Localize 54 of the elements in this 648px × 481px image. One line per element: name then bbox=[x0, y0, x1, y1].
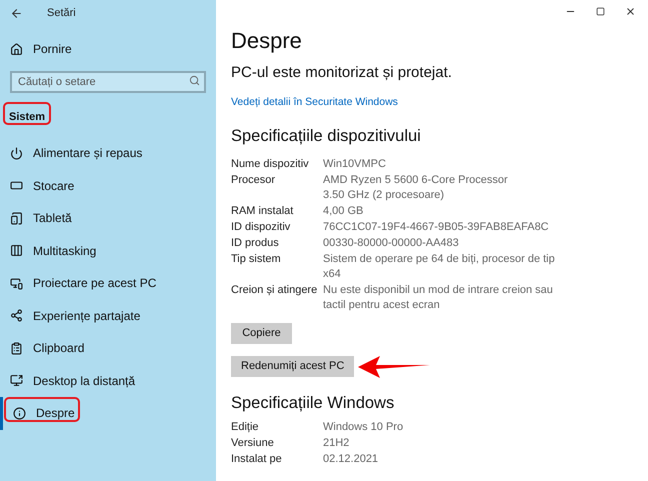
home-item[interactable]: Pornire bbox=[0, 39, 216, 59]
section-heading: Specificațiile dispozitivului bbox=[231, 126, 422, 148]
security-link[interactable]: Vedeți detalii în Securitate Windows bbox=[231, 94, 648, 110]
spec-value: 02.12.2021 bbox=[323, 452, 378, 467]
spec-value: AMD Ryzen 5 5600 6-Core Processor 3.50 GHz (2 procesoare) bbox=[323, 173, 508, 203]
search-icon[interactable] bbox=[189, 74, 200, 86]
close-icon[interactable] bbox=[625, 6, 636, 16]
spec-label: Nume dispozitiv bbox=[231, 157, 310, 172]
spec-label: RAM instalat bbox=[231, 204, 294, 219]
spec-label: Instalat pe bbox=[231, 452, 283, 467]
spec-label: Ediție bbox=[231, 420, 260, 435]
nav-item[interactable]: Multitasking bbox=[0, 234, 216, 267]
spec-value: 21H2 bbox=[323, 436, 350, 451]
spec-value: 76CC1C07-19F4-4667-9B05-39FAB8EAFA8C bbox=[323, 220, 549, 235]
tablet-icon bbox=[10, 212, 23, 225]
spec-label: Tip sistem bbox=[231, 252, 282, 267]
maximize-icon[interactable] bbox=[596, 6, 605, 16]
nav-item[interactable]: Clipboard bbox=[0, 332, 216, 364]
projector-icon bbox=[10, 276, 23, 290]
spec-label: Procesor bbox=[231, 173, 276, 188]
clipboard-icon bbox=[10, 342, 23, 355]
home-icon bbox=[10, 42, 23, 56]
page-title: Despre bbox=[231, 28, 303, 54]
back-icon[interactable] bbox=[10, 6, 23, 20]
spec-label: ID produs bbox=[231, 236, 280, 251]
power-icon bbox=[10, 146, 23, 160]
spec-value: Windows 10 Pro bbox=[323, 420, 404, 435]
spec-value: 4,00 GB bbox=[323, 204, 364, 219]
nav-item[interactable]: Alimentare și repaus bbox=[0, 137, 216, 170]
nav-item[interactable]: Stocare bbox=[0, 170, 216, 202]
spec-label: ID dispozitiv bbox=[231, 220, 292, 235]
share-icon bbox=[10, 309, 23, 322]
status-text: PC-ul este monitorizat și protejat. bbox=[231, 63, 453, 83]
spec-value: Nu este disponibil un mod de intrare creion sau tactil pentru acest ecran bbox=[323, 283, 553, 313]
nav-item[interactable]: Proiectare pe acest PC bbox=[0, 267, 216, 300]
spec-label: Versiune bbox=[231, 436, 275, 451]
search-field[interactable]: Căutați o setare bbox=[10, 71, 206, 93]
multitasking-icon bbox=[10, 244, 23, 258]
window-title: Setări bbox=[47, 6, 76, 21]
spec-label: Creion și atingere bbox=[231, 283, 318, 298]
action-button[interactable]: Redenumiți acest PC bbox=[231, 356, 354, 377]
nav-item[interactable]: Desktop la distanță bbox=[0, 364, 216, 397]
spec-value: 00330-80000-00000-AA483 bbox=[323, 236, 459, 251]
spec-value: Sistem de operare pe 64 de biți, procesor de tip x64 bbox=[323, 252, 555, 282]
nav-item[interactable]: Experiențe partajate bbox=[0, 300, 216, 332]
storage-icon bbox=[10, 179, 23, 192]
section-heading: Sistem bbox=[9, 110, 46, 124]
info-icon bbox=[13, 406, 26, 420]
remote-desktop-icon bbox=[10, 374, 23, 388]
nav-item[interactable]: Tabletă bbox=[0, 202, 216, 234]
spec-value: Win10VMPC bbox=[323, 157, 386, 172]
section-heading: Specificațiile Windows bbox=[231, 393, 396, 414]
highlight-outline bbox=[3, 102, 51, 125]
action-button[interactable]: Copiere bbox=[231, 323, 292, 344]
